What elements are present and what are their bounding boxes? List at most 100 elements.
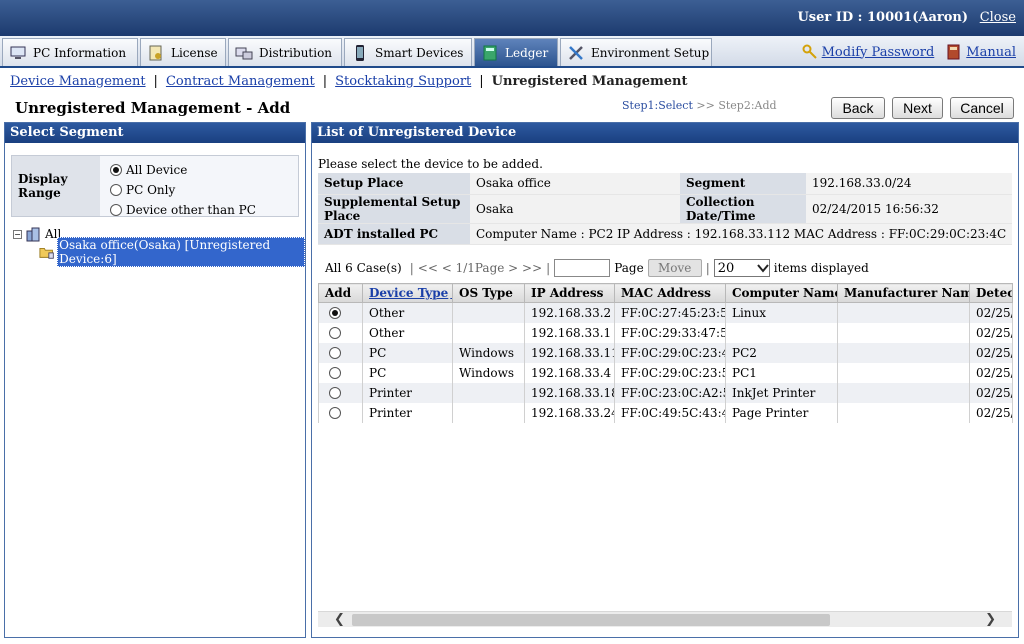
option-label: PC Only	[126, 183, 176, 197]
scrollbar-thumb[interactable]	[352, 614, 830, 626]
radio-button[interactable]	[110, 164, 122, 176]
add-cell[interactable]	[318, 382, 363, 403]
separator: |	[479, 73, 484, 89]
items-per-page-value: 20	[717, 260, 735, 276]
segment-info-table: Setup Place Osaka office Segment 192.168…	[318, 173, 1012, 245]
row-radio-button[interactable]	[329, 407, 341, 419]
stocktaking-support-link[interactable]: Stocktaking Support	[335, 74, 471, 89]
ip-address-cell: 192.168.33.2	[524, 302, 615, 323]
detection-cell: 02/25/2	[969, 302, 1013, 323]
horizontal-scrollbar[interactable]: ❮ ❯	[318, 611, 1012, 627]
column-header-detection[interactable]: Detecti	[969, 283, 1013, 303]
separator: |	[153, 73, 158, 89]
key-icon	[802, 44, 817, 59]
manual-book-icon	[947, 44, 960, 60]
radio-button[interactable]	[110, 184, 122, 196]
device-type-cell: Other	[362, 302, 453, 323]
device-type-cell: Other	[362, 322, 453, 343]
move-button[interactable]: Move	[647, 259, 702, 277]
table-row[interactable]: Printer 192.168.33.18 FF:0C:23:0C:A2:56 …	[318, 382, 1013, 403]
computer-name-cell: PC1	[725, 362, 838, 383]
add-cell[interactable]	[318, 342, 363, 363]
tab-smart-devices[interactable]: Smart Devices	[344, 38, 472, 66]
option-device-other-than-pc[interactable]: Device other than PC	[110, 200, 256, 220]
table-row[interactable]: Other 192.168.33.1 FF:0C:29:33:47:52 02/…	[318, 322, 1013, 343]
contract-management-link[interactable]: Contract Management	[166, 74, 315, 89]
license-icon	[149, 45, 162, 60]
items-per-page-select[interactable]: 20	[713, 259, 770, 277]
building-icon	[26, 227, 40, 242]
ip-address-cell: 192.168.33.112	[524, 342, 615, 363]
tree-item-osaka[interactable]: Osaka office(Osaka) [Unregistered Device…	[13, 237, 305, 267]
device-type-cell: Printer	[362, 382, 453, 403]
tab-distribution[interactable]: Distribution	[228, 38, 342, 66]
page-navigation[interactable]: << < 1/1Page > >>	[418, 261, 542, 275]
device-table: Add Device Type⌃ OS Type IP Address MAC …	[318, 283, 1013, 423]
mac-address-cell: FF:0C:29:0C:23:4C	[614, 342, 726, 363]
tab-license[interactable]: License	[140, 38, 226, 66]
row-radio-button[interactable]	[329, 387, 341, 399]
manufacturer-cell	[837, 382, 970, 403]
option-all-device[interactable]: All Device	[110, 160, 256, 180]
radio-button[interactable]	[110, 204, 122, 216]
page-title: Unregistered Management - Add	[15, 99, 291, 117]
detection-cell: 02/25/2	[969, 342, 1013, 363]
collapse-toggle[interactable]: −	[13, 229, 22, 239]
table-row[interactable]: Printer 192.168.33.24 FF:0C:49:5C:43:4B …	[318, 402, 1013, 423]
manual-link[interactable]: Manual	[966, 45, 1016, 60]
back-button[interactable]: Back	[831, 97, 885, 119]
column-header-computer-name[interactable]: Computer Name	[725, 283, 838, 303]
pagination-bar: All 6 Case(s) | << < 1/1Page > >> | Page…	[325, 259, 869, 277]
modify-password-link[interactable]: Modify Password	[822, 45, 935, 60]
next-button[interactable]: Next	[892, 97, 943, 119]
option-label: Device other than PC	[126, 203, 256, 217]
manufacturer-cell	[837, 342, 970, 363]
adt-installed-pc-label: ADT installed PC	[318, 223, 470, 245]
computer-name-cell	[725, 322, 838, 343]
os-type-cell	[452, 382, 525, 403]
column-header-mac-address[interactable]: MAC Address	[614, 283, 726, 303]
page-number-input[interactable]	[554, 259, 611, 277]
computer-name-cell: InkJet Printer	[725, 382, 838, 403]
top-right-links: Modify Password Manual	[802, 44, 1016, 60]
table-header-row: Add Device Type⌃ OS Type IP Address MAC …	[318, 283, 1013, 303]
scroll-right-icon[interactable]: ❯	[985, 612, 996, 627]
close-link[interactable]: Close	[980, 10, 1016, 25]
tab-label: Smart Devices	[375, 45, 464, 60]
top-bar: User ID : 10001(Aaron) Close	[0, 0, 1024, 36]
step1-label: Step1:Select	[622, 99, 693, 112]
add-cell[interactable]	[318, 402, 363, 423]
scroll-left-icon[interactable]: ❮	[334, 612, 345, 627]
unregistered-device-panel: List of Unregistered Device Please selec…	[311, 122, 1019, 638]
column-header-manufacturer-name[interactable]: Manufacturer Name	[837, 283, 970, 303]
column-header-device-type[interactable]: Device Type⌃	[362, 283, 453, 303]
row-radio-button[interactable]	[329, 367, 341, 379]
column-header-os-type[interactable]: OS Type	[452, 283, 525, 303]
ip-address-cell: 192.168.33.4	[524, 362, 615, 383]
option-pc-only[interactable]: PC Only	[110, 180, 256, 200]
tab-pc-information[interactable]: PC Information	[2, 38, 138, 66]
column-header-ip-address[interactable]: IP Address	[524, 283, 615, 303]
panel-title: List of Unregistered Device	[312, 123, 1018, 143]
table-row[interactable]: Other 192.168.33.2 FF:0C:27:45:23:51 Lin…	[318, 302, 1013, 323]
mac-address-cell: FF:0C:29:33:47:52	[614, 322, 726, 343]
add-cell[interactable]	[318, 302, 363, 323]
row-radio-button[interactable]	[329, 327, 341, 339]
os-type-cell	[452, 402, 525, 423]
tab-environment-setup[interactable]: Environment Setup	[560, 38, 712, 66]
computer-name-cell: PC2	[725, 342, 838, 363]
cancel-button[interactable]: Cancel	[950, 97, 1014, 119]
row-radio-button[interactable]	[329, 307, 341, 320]
pc-info-icon	[10, 46, 26, 59]
row-radio-button[interactable]	[329, 347, 341, 359]
add-cell[interactable]	[318, 362, 363, 383]
tools-icon	[569, 45, 583, 60]
add-cell[interactable]	[318, 322, 363, 343]
tab-ledger[interactable]: Ledger	[474, 38, 558, 66]
os-type-cell	[452, 302, 525, 323]
table-row[interactable]: PC Windows 192.168.33.4 FF:0C:29:0C:23:5…	[318, 362, 1013, 383]
supplemental-setup-place-label: Supplemental Setup Place	[318, 194, 470, 224]
device-management-link[interactable]: Device Management	[10, 74, 146, 89]
device-type-cell: PC	[362, 362, 453, 383]
table-row[interactable]: PC Windows 192.168.33.112 FF:0C:29:0C:23…	[318, 342, 1013, 363]
